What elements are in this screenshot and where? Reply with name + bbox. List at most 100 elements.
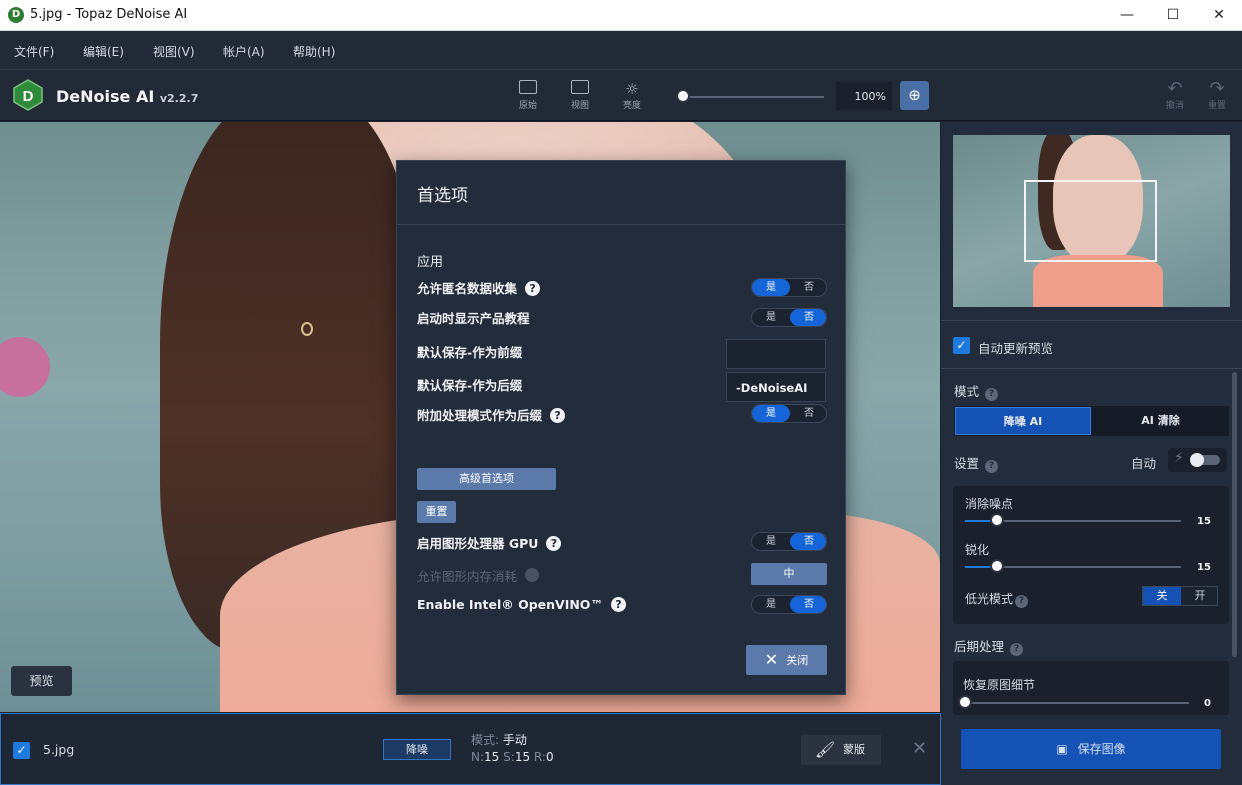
- tutorial-yes[interactable]: 是: [752, 309, 790, 326]
- brightness-button[interactable]: ☼ 亮度: [612, 80, 652, 111]
- mask-button[interactable]: 🖌 蒙版: [801, 735, 881, 765]
- save-image-button[interactable]: ▣ 保存图像: [961, 729, 1221, 769]
- toolbar: D DeNoise AI v2.2.7 原始 视图 ☼ 亮度 ↶ 撤消 ↷ 重置: [0, 70, 1242, 121]
- undo-button[interactable]: ↶ 撤消: [1160, 80, 1190, 112]
- navigator-viewport[interactable]: [1024, 180, 1157, 262]
- openvino-no[interactable]: 否: [790, 596, 826, 613]
- mode-info-value: 手动: [502, 733, 527, 747]
- s-label: S:: [503, 750, 515, 764]
- mode-selector: 降噪 AI AI 清除: [954, 406, 1229, 436]
- lowlight-off[interactable]: 关: [1143, 587, 1181, 605]
- mode-heading: 模式?: [954, 381, 999, 401]
- menu-view[interactable]: 视图(V): [153, 43, 195, 60]
- prefix-input[interactable]: [726, 339, 826, 369]
- noise-slider-knob[interactable]: [990, 513, 1004, 527]
- anon-data-toggle[interactable]: 是 否: [751, 278, 827, 297]
- denoise-tag[interactable]: 降噪: [383, 739, 451, 760]
- minimize-button[interactable]: —: [1104, 0, 1150, 31]
- menu-help[interactable]: 帮助(H): [293, 43, 335, 60]
- suffix-label: 默认保存-作为后缀: [417, 378, 523, 393]
- lowlight-toggle[interactable]: 关 开: [1142, 586, 1218, 606]
- params-info: N:15 S:15 R:0: [471, 750, 554, 764]
- openvino-label: Enable Intel® OpenVINO™: [417, 597, 603, 612]
- settings-heading: 设置?: [954, 453, 999, 473]
- menu-edit[interactable]: 编辑(E): [83, 43, 124, 60]
- window-title: 5.jpg - Topaz DeNoise AI: [30, 7, 188, 22]
- sharpen-value: 15: [1197, 562, 1211, 573]
- restore-slider-knob[interactable]: [958, 695, 972, 709]
- help-icon[interactable]: ?: [550, 408, 566, 423]
- denoise-logo-icon: D: [13, 79, 43, 111]
- app-brand: DeNoise AI v2.2.7: [56, 87, 198, 106]
- preview-button[interactable]: 预览: [11, 666, 72, 696]
- advanced-preferences-button[interactable]: 高级首选项: [417, 468, 556, 490]
- append-mode-toggle[interactable]: 是 否: [751, 404, 827, 423]
- checkbox-icon[interactable]: ✓: [953, 337, 970, 354]
- view-label: 视图: [570, 101, 589, 111]
- svg-text:D: D: [23, 88, 34, 105]
- auto-toggle[interactable]: ⚡: [1168, 448, 1227, 472]
- post-label: 后期处理: [954, 639, 1005, 654]
- help-icon[interactable]: ?: [985, 388, 999, 401]
- prefix-label: 默认保存-作为前缀: [417, 345, 523, 360]
- zoom-slider-knob[interactable]: [676, 89, 690, 103]
- gpu-yes[interactable]: 是: [752, 533, 790, 550]
- help-icon[interactable]: ?: [985, 460, 999, 473]
- memory-row: 允许图形内存消耗: [417, 566, 540, 585]
- zoom-in-icon[interactable]: ⊕: [900, 81, 929, 110]
- dialog-divider: [397, 224, 845, 225]
- view-mode-button[interactable]: 视图: [560, 80, 600, 111]
- help-icon[interactable]: ?: [546, 536, 562, 551]
- append-mode-no[interactable]: 否: [790, 405, 826, 422]
- sharpen-label: 锐化: [965, 543, 990, 557]
- thumb-dress: [1033, 255, 1163, 307]
- restore-value: 0: [1204, 698, 1211, 709]
- help-icon[interactable]: ?: [1015, 595, 1029, 608]
- openvino-yes[interactable]: 是: [752, 596, 790, 613]
- menu-account[interactable]: 帐户(A): [223, 43, 265, 60]
- tutorial-toggle[interactable]: 是 否: [751, 308, 827, 327]
- navigator-thumbnail[interactable]: [953, 135, 1230, 307]
- sharpen-slider-knob[interactable]: [990, 559, 1004, 573]
- gpu-toggle[interactable]: 是 否: [751, 532, 827, 551]
- s-value: 15: [514, 750, 531, 764]
- restore-slider-track[interactable]: [965, 702, 1189, 704]
- gpu-no[interactable]: 否: [790, 533, 826, 550]
- lowlight-on[interactable]: 开: [1181, 587, 1219, 605]
- help-icon[interactable]: ?: [1010, 643, 1024, 656]
- help-icon[interactable]: ?: [610, 597, 626, 612]
- suffix-input[interactable]: -DeNoiseAI: [726, 372, 826, 402]
- dialog-title: 首选项: [417, 186, 468, 206]
- append-mode-yes[interactable]: 是: [752, 405, 790, 422]
- maximize-button[interactable]: ☐: [1150, 0, 1196, 31]
- anon-data-no[interactable]: 否: [790, 279, 826, 296]
- tutorial-no[interactable]: 否: [790, 309, 826, 326]
- checkbox-icon[interactable]: ✓: [13, 742, 30, 759]
- help-icon[interactable]: ?: [525, 281, 541, 296]
- reset-button[interactable]: 重置: [417, 501, 456, 523]
- zoom-slider-track[interactable]: [676, 96, 824, 98]
- close-icon[interactable]: ✕: [912, 738, 927, 759]
- close-window-button[interactable]: ✕: [1196, 0, 1242, 31]
- section-application: 应用: [417, 255, 444, 270]
- panel-scrollbar[interactable]: [1232, 372, 1237, 657]
- openvino-toggle[interactable]: 是 否: [751, 595, 827, 614]
- memory-select[interactable]: 中: [751, 563, 827, 585]
- close-dialog-button[interactable]: ✕ 关闭: [746, 645, 827, 675]
- anon-data-yes[interactable]: 是: [752, 279, 790, 296]
- redo-button[interactable]: ↷ 重置: [1202, 80, 1232, 112]
- file-bar: ✓ 5.jpg 降噪 模式: 手动 N:15 S:15 R:0 🖌 蒙版 ✕: [0, 713, 941, 785]
- mode-denoise-ai[interactable]: 降噪 AI: [955, 407, 1091, 435]
- original-view-button[interactable]: 原始: [508, 80, 548, 111]
- photo-earring: [301, 322, 313, 336]
- noise-value: 15: [1197, 516, 1211, 527]
- zoom-level[interactable]: 100%: [836, 82, 892, 110]
- mode-ai-clear[interactable]: AI 清除: [1092, 406, 1229, 436]
- original-label: 原始: [518, 101, 537, 111]
- menu-file[interactable]: 文件(F): [14, 43, 54, 60]
- append-mode-label: 附加处理模式作为后缀: [417, 408, 543, 423]
- openvino-row: Enable Intel® OpenVINO™?: [417, 597, 626, 612]
- app-version: v2.2.7: [159, 92, 199, 105]
- lightning-icon: ⚡: [1174, 450, 1184, 466]
- file-name[interactable]: 5.jpg: [43, 742, 74, 757]
